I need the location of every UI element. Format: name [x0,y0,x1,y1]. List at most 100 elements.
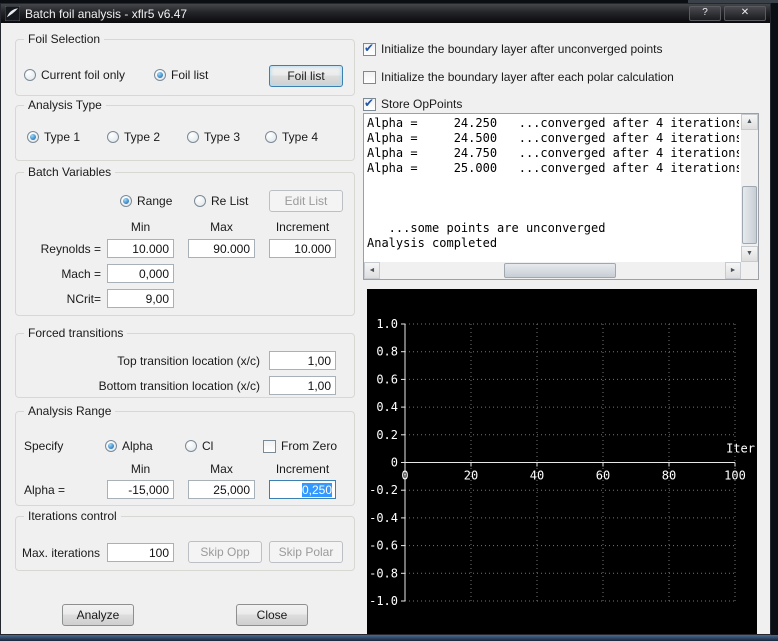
increment-column-header: Increment [269,462,336,476]
svg-text:60: 60 [596,469,610,483]
edit-list-button[interactable]: Edit List [269,190,343,212]
skip-polar-button[interactable]: Skip Polar [269,541,343,563]
reynolds-max-input[interactable] [188,239,255,258]
radio-icon [154,69,166,81]
range-radio[interactable]: Range [120,193,172,209]
scroll-down-icon[interactable]: ▼ [741,246,758,262]
output-line: Alpha = 24.500 ...converged after 4 iter… [367,131,739,146]
max-column-header: Max [188,220,255,234]
svg-text:Iter: Iter [726,442,755,456]
radio-icon [120,195,132,207]
svg-text:40: 40 [530,469,544,483]
scroll-left-icon[interactable]: ◄ [364,262,380,279]
ncrit-input[interactable] [107,289,174,308]
from-zero-checkbox[interactable]: From Zero [263,438,337,454]
check-icon: ✔ [364,41,374,55]
reynolds-min-input[interactable] [107,239,174,258]
title-bar[interactable]: Batch foil analysis - xflr5 v6.47 ? ✕ [1,4,770,23]
analyze-button[interactable]: Analyze [62,604,134,626]
foil-list-radio[interactable]: Foil list [154,67,208,83]
init-bl-each-polar-checkbox[interactable]: Initialize the boundary layer after each… [363,69,674,85]
init-bl-each-polar-label: Initialize the boundary layer after each… [381,70,674,84]
max-iterations-label: Max. iterations [22,546,100,560]
help-button[interactable]: ? [689,6,721,21]
horizontal-scrollbar[interactable]: ◄ ► [364,262,741,279]
scroll-up-icon[interactable]: ▲ [741,114,758,130]
vertical-scroll-thumb[interactable] [742,186,757,244]
output-line: Alpha = 24.750 ...converged after 4 iter… [367,146,739,161]
type4-radio[interactable]: Type 4 [265,129,318,145]
checkbox-icon [263,440,276,453]
mach-input[interactable] [107,264,174,283]
bottom-transition-input[interactable] [269,376,336,395]
range-label: Range [137,194,172,208]
max-iterations-input[interactable] [107,543,174,562]
current-foil-radio[interactable]: Current foil only [24,67,125,83]
foil-list-label: Foil list [171,68,208,82]
output-line [367,206,739,221]
top-transition-input[interactable] [269,351,336,370]
reynolds-label: Reynolds = [16,242,101,256]
alpha-radio[interactable]: Alpha [105,438,153,454]
re-list-radio[interactable]: Re List [194,193,248,209]
svg-text:0.2: 0.2 [376,428,398,442]
alpha-max-input[interactable] [188,480,255,499]
close-button[interactable]: Close [236,604,308,626]
selected-text: 0,250 [302,483,332,497]
alpha-option-label: Alpha [122,439,153,453]
alpha-row-label: Alpha = [24,483,65,497]
svg-text:-0.8: -0.8 [369,566,398,580]
radio-icon [107,131,119,143]
type3-radio[interactable]: Type 3 [187,129,240,145]
svg-text:1.0: 1.0 [376,317,398,331]
bottom-transition-label: Bottom transition location (x/c) [22,379,260,393]
iterations-control-title: Iterations control [24,509,121,523]
horizontal-scroll-thumb[interactable] [504,263,616,278]
svg-text:0: 0 [391,456,398,470]
reynolds-increment-input[interactable] [269,239,336,258]
checkbox-icon: ✔ [363,98,376,111]
convergence-graph[interactable]: 0204060801001.00.80.60.40.20-0.2-0.4-0.6… [367,289,757,634]
analysis-range-group: Analysis Range Specify Alpha Cl From Zer… [15,411,355,506]
current-foil-label: Current foil only [41,68,125,82]
graph-canvas: 0204060801001.00.80.60.40.20-0.2-0.4-0.6… [367,289,757,634]
skip-opp-button[interactable]: Skip Opp [188,541,262,563]
radio-icon [187,131,199,143]
type1-radio[interactable]: Type 1 [27,129,80,145]
scroll-right-icon[interactable]: ► [725,262,741,279]
from-zero-label: From Zero [281,439,337,453]
type2-radio[interactable]: Type 2 [107,129,160,145]
foil-selection-group: Foil Selection Current foil only Foil li… [15,39,355,96]
svg-text:-0.6: -0.6 [369,539,398,553]
forced-transitions-title: Forced transitions [24,326,127,340]
cl-radio[interactable]: Cl [185,438,213,454]
svg-text:-0.2: -0.2 [369,483,398,497]
mach-label: Mach = [16,267,101,281]
forced-transitions-group: Forced transitions Top transition locati… [15,333,355,398]
svg-text:-1.0: -1.0 [369,594,398,608]
output-line [367,176,739,191]
output-line: Alpha = 24.250 ...converged after 4 iter… [367,116,739,131]
radio-icon [265,131,277,143]
window-title: Batch foil analysis - xflr5 v6.47 [25,7,686,21]
checkbox-icon [363,71,376,84]
foil-selection-title: Foil Selection [24,32,104,46]
checkbox-icon: ✔ [363,43,376,56]
radio-icon [194,195,206,207]
init-bl-unconverged-checkbox[interactable]: ✔ Initialize the boundary layer after un… [363,41,663,57]
svg-text:-0.4: -0.4 [369,511,398,525]
alpha-min-input[interactable] [107,480,174,499]
close-window-button[interactable]: ✕ [724,6,766,21]
check-icon: ✔ [364,96,374,110]
type2-label: Type 2 [124,130,160,144]
radio-icon [185,440,197,452]
init-bl-unconverged-label: Initialize the boundary layer after unco… [381,42,663,56]
foil-list-button[interactable]: Foil list [269,65,343,87]
alpha-increment-input[interactable]: 0,250 [269,480,336,499]
scrollbar-corner [741,262,758,279]
store-oppoints-checkbox[interactable]: ✔ Store OpPoints [363,96,462,112]
vertical-scrollbar[interactable]: ▲ ▼ [741,114,758,262]
svg-text:20: 20 [464,469,478,483]
top-transition-label: Top transition location (x/c) [22,354,260,368]
dialog-body: Foil Selection Current foil only Foil li… [1,23,770,634]
